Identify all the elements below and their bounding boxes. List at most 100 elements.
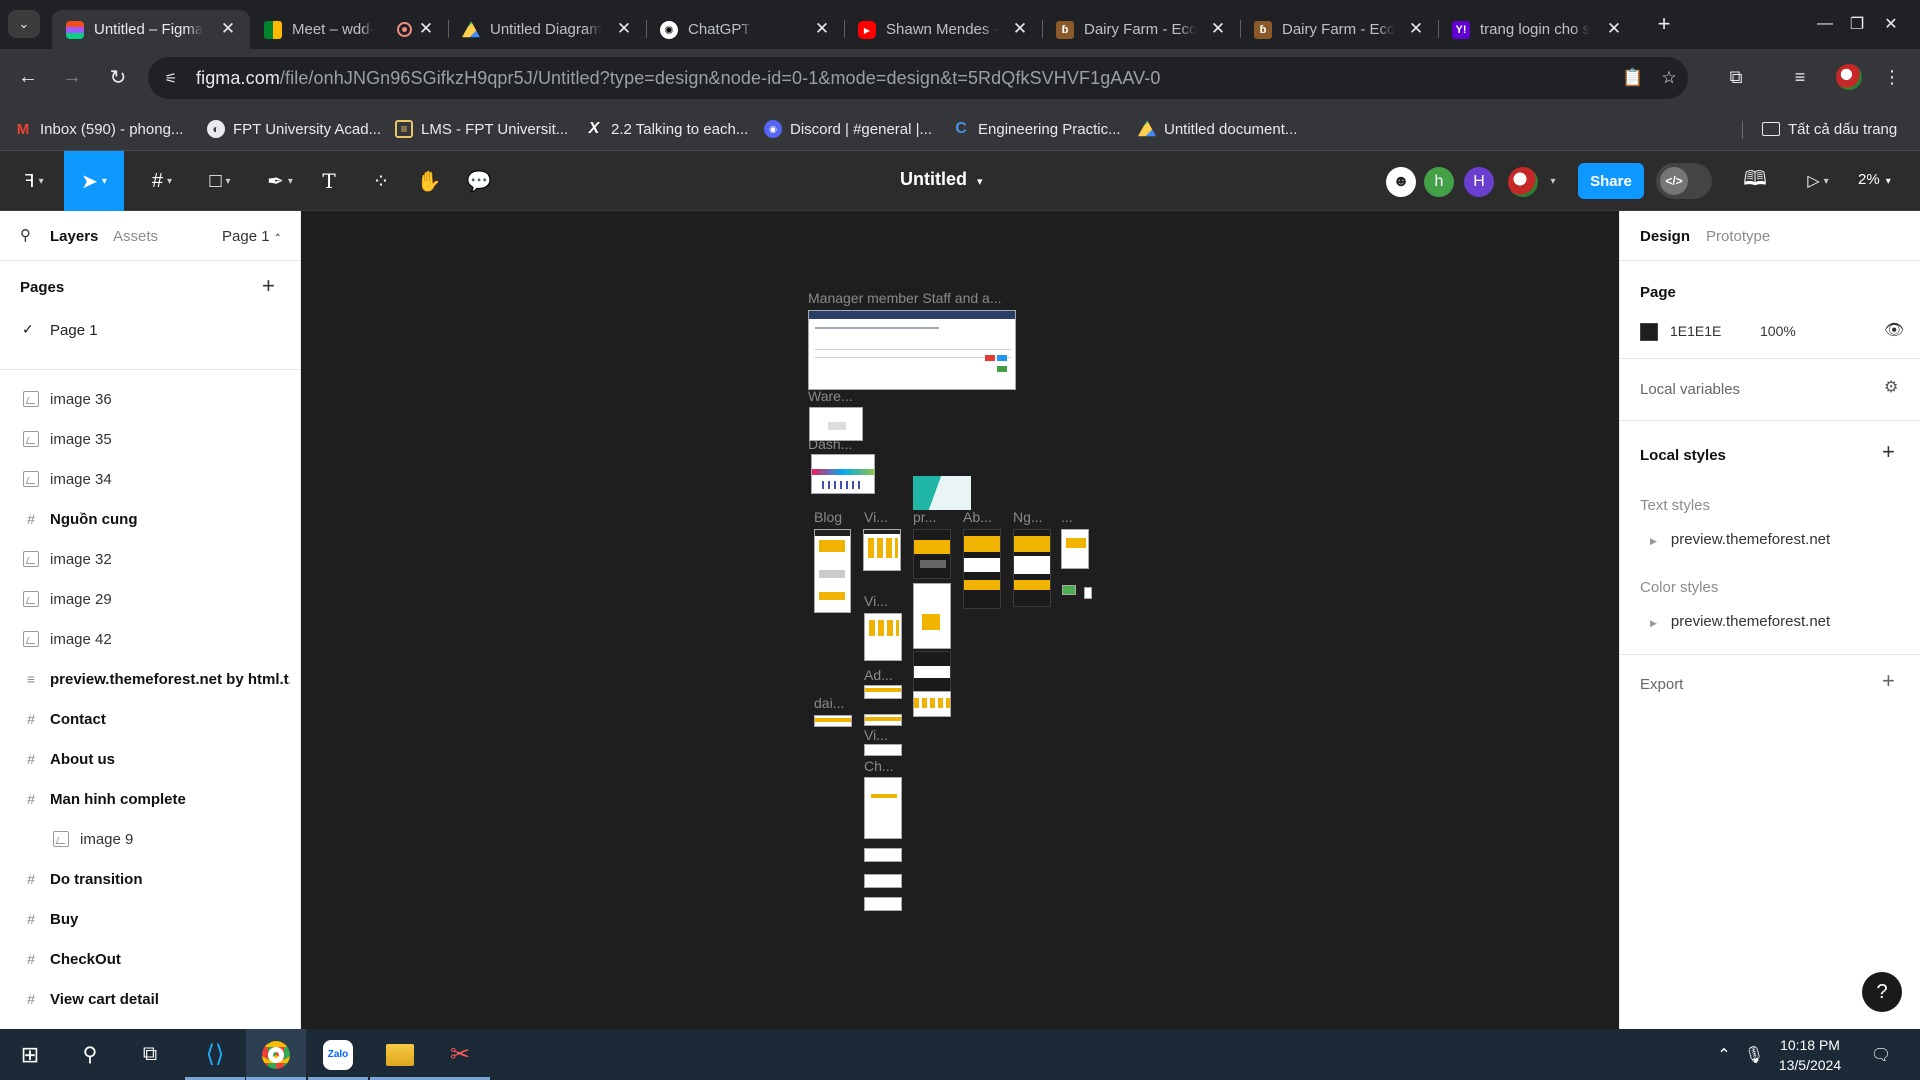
layer-row[interactable]: # Buy (0, 899, 300, 939)
frame-thumbnail-manager[interactable] (808, 310, 1016, 390)
hand-tool[interactable]: ✋ (416, 161, 442, 201)
layer-row[interactable]: # Man hinh complete (0, 779, 300, 819)
frame-thumbnail-small-page[interactable] (864, 848, 902, 862)
extensions-icon[interactable]: ⧉ (1724, 65, 1748, 89)
taskbar-zalo[interactable]: Zalo (308, 1029, 368, 1080)
frame-thumbnail-small[interactable] (1062, 585, 1076, 595)
taskbar-snipping[interactable]: ✂ (430, 1029, 490, 1080)
tab-diagram[interactable]: Untitled Diagram ✕ (448, 10, 646, 48)
close-icon[interactable]: ✕ (614, 19, 634, 39)
frame-tool[interactable]: # ▾ (140, 161, 184, 201)
tab-assets[interactable]: Assets (113, 228, 158, 245)
user-menu-chevron[interactable]: ▾ (1544, 161, 1558, 201)
frame-thumbnail-login[interactable] (913, 476, 971, 510)
bookmark-x[interactable]: X 2.2 Talking to each... (585, 116, 749, 142)
frame-label[interactable]: Ch... (864, 758, 894, 774)
tab-search-button[interactable]: ⌄ (8, 10, 40, 38)
frame-thumbnail-blog[interactable] (814, 529, 851, 613)
tab-chatgpt[interactable]: ✺ ChatGPT ✕ (646, 10, 844, 48)
frame-thumbnail-small[interactable] (1084, 587, 1092, 599)
close-icon[interactable]: ✕ (1010, 19, 1030, 39)
add-style-icon[interactable]: + (1882, 439, 1895, 465)
minimize-button-final[interactable]: — (1810, 10, 1840, 38)
pen-tool[interactable]: ✒ ▾ (258, 161, 302, 201)
restore-button-final[interactable]: ❐ (1842, 10, 1872, 38)
clipboard-icon[interactable]: 📋 (1622, 67, 1644, 89)
frame-thumbnail-checkout[interactable] (913, 651, 951, 695)
frame-thumbnail-dairy[interactable] (814, 715, 852, 727)
frame-thumbnail-admin-2[interactable] (864, 714, 902, 726)
text-style-item[interactable]: ▶ preview.themeforest.net (1650, 531, 1830, 548)
frame-label[interactable]: Ware... (808, 388, 853, 404)
frame-label[interactable]: Manager member Staff and a... (808, 290, 1002, 306)
taskbar-explorer[interactable] (370, 1029, 430, 1080)
url-text[interactable]: figma.com/file/onhJNGn96SGifkzH9qpr5J/Un… (196, 68, 1161, 89)
close-icon[interactable]: ✕ (1208, 19, 1228, 39)
task-view-button[interactable]: ⧉ (120, 1029, 180, 1080)
color-style-item[interactable]: ▶ preview.themeforest.net (1650, 613, 1830, 630)
forward-button[interactable]: → (60, 65, 84, 89)
frame-thumbnail-small-page[interactable] (864, 897, 902, 911)
taskbar-chrome[interactable] (246, 1029, 306, 1080)
add-page-icon[interactable]: + (262, 273, 275, 299)
frame-thumbnail-buy[interactable] (913, 691, 951, 717)
close-icon[interactable]: ✕ (1406, 19, 1426, 39)
layer-row[interactable]: image 42 (0, 619, 300, 659)
tab-youtube[interactable]: ▶ Shawn Mendes - ✕ (844, 10, 1042, 48)
layer-row[interactable]: image 36 (0, 379, 300, 419)
frame-thumbnail-view-3[interactable] (864, 744, 902, 756)
share-button[interactable]: Share (1578, 163, 1644, 199)
tray-overflow[interactable]: ⌃ (1712, 1029, 1736, 1080)
system-clock[interactable]: 10:18 PM 13/5/2024 (1760, 1035, 1860, 1075)
tab-figma[interactable]: Untitled – Figma ✕ (52, 10, 250, 49)
notification-center[interactable]: 🗨 (1866, 1029, 1896, 1080)
frame-thumbnail-misc[interactable] (1061, 529, 1089, 569)
tab-dairy-2[interactable]: ɓ Dairy Farm - Eco ✕ (1240, 10, 1438, 48)
frame-label[interactable]: dai... (814, 695, 844, 711)
layer-row[interactable]: image 29 (0, 579, 300, 619)
frame-label[interactable]: Vi... (864, 509, 888, 525)
site-settings-icon[interactable]: ⚟ (160, 67, 182, 89)
frame-thumbnail-about[interactable] (963, 529, 1001, 609)
text-tool[interactable]: T (316, 161, 342, 201)
frame-thumbnail-small-page[interactable] (864, 874, 902, 888)
close-icon[interactable]: ✕ (1604, 19, 1624, 39)
layer-row[interactable]: image 34 (0, 459, 300, 499)
file-title[interactable]: Untitled ▾ (900, 169, 983, 190)
layer-row[interactable]: # Do transition (0, 859, 300, 899)
layer-row[interactable]: # CheckOut (0, 939, 300, 979)
tab-layers[interactable]: Layers (50, 228, 98, 245)
layer-row[interactable]: image 35 (0, 419, 300, 459)
frame-thumbnail-nguon-cung[interactable] (1013, 529, 1051, 607)
layer-row[interactable]: image 9 (0, 819, 300, 859)
library-button[interactable]: 🕮 (1742, 161, 1768, 201)
bookmark-discord[interactable]: ◉ Discord | #general |... (764, 116, 932, 142)
collaborator-avatar[interactable]: H (1464, 167, 1494, 197)
layer-row[interactable]: # Nguồn cung (0, 499, 300, 539)
media-controls-icon[interactable]: ≡ (1788, 65, 1812, 89)
tab-dairy-1[interactable]: ɓ Dairy Farm - Eco ✕ (1042, 10, 1240, 48)
bookmark-fpt[interactable]: ◐ FPT University Acad... (207, 116, 381, 142)
resources-tool[interactable]: ⁘ (368, 161, 394, 201)
eye-icon[interactable]: 👁 (1884, 320, 1904, 340)
tab-meet[interactable]: Meet – wdd- ✕ (250, 10, 448, 48)
tab-prototype[interactable]: Prototype (1706, 228, 1770, 245)
frame-label[interactable]: Ab... (963, 509, 992, 525)
current-user-avatar[interactable] (1508, 167, 1538, 197)
design-canvas[interactable]: Manager member Staff and a... Ware... Da… (301, 211, 1619, 1029)
bookmark-lms[interactable]: ≡ LMS - FPT Universit... (395, 116, 568, 142)
bookmark-coursera[interactable]: C Engineering Practic... (952, 116, 1120, 142)
page-color-swatch[interactable] (1640, 323, 1658, 341)
tab-design[interactable]: Design (1640, 228, 1690, 245)
frame-thumbnail-long[interactable] (864, 777, 902, 839)
export-label[interactable]: Export (1640, 676, 1683, 693)
main-menu-button[interactable]: ꟻ ▾ (12, 161, 56, 201)
close-icon[interactable]: ✕ (812, 19, 832, 39)
close-icon[interactable]: ✕ (416, 19, 436, 39)
bookmark-doc[interactable]: Untitled document... (1138, 116, 1297, 142)
new-tab-button[interactable]: + (1652, 11, 1676, 36)
frame-label[interactable]: Vi... (864, 727, 888, 743)
shape-tool[interactable]: □ ▾ (196, 161, 244, 201)
profile-avatar[interactable] (1836, 64, 1862, 90)
frame-thumbnail-product[interactable] (913, 529, 951, 579)
